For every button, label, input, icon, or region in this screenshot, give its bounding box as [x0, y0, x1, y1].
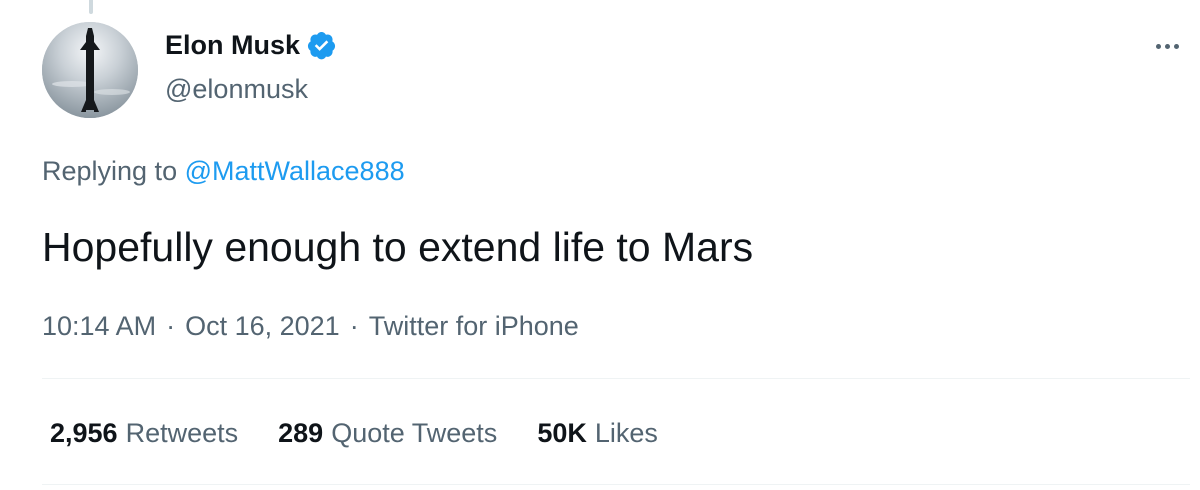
dot-icon: [1164, 43, 1170, 49]
replying-to-label: Replying to: [42, 156, 178, 186]
reply-mention-link[interactable]: @MattWallace888: [185, 156, 405, 186]
thread-connector-line: [89, 0, 93, 14]
divider: [42, 484, 1190, 485]
tweet-date[interactable]: Oct 16, 2021: [185, 309, 340, 343]
retweets-label: Retweets: [125, 418, 239, 448]
engagement-stats: 2,956 Retweets 289 Quote Tweets 50K Likes: [50, 416, 658, 450]
quote-tweets-label: Quote Tweets: [331, 418, 498, 448]
tweet-text: Hopefully enough to extend life to Mars: [42, 224, 754, 270]
quote-tweets-stat[interactable]: 289 Quote Tweets: [278, 416, 497, 450]
likes-count: 50K: [537, 418, 587, 448]
avatar[interactable]: [42, 22, 138, 118]
dot-icon: [1155, 43, 1161, 49]
verified-badge-icon: [307, 31, 336, 59]
dot-icon: [1173, 43, 1179, 49]
tweet-timestamp[interactable]: 10:14 AM: [42, 309, 156, 343]
quote-tweets-count: 289: [278, 418, 324, 448]
starship-avatar-icon: [42, 22, 138, 118]
likes-stat[interactable]: 50K Likes: [537, 416, 658, 450]
author-name-row[interactable]: Elon Musk: [165, 28, 337, 62]
likes-label: Likes: [594, 418, 658, 448]
retweets-stat[interactable]: 2,956 Retweets: [50, 416, 238, 450]
meta-separator: ·: [166, 311, 176, 341]
author-handle[interactable]: @elonmusk: [165, 72, 308, 106]
meta-separator: ·: [349, 311, 359, 341]
tweet-source[interactable]: Twitter for iPhone: [369, 309, 579, 343]
divider: [42, 378, 1190, 379]
author-display-name[interactable]: Elon Musk: [165, 28, 300, 62]
retweets-count: 2,956: [50, 418, 118, 448]
replying-to-line: Replying to @MattWallace888: [42, 154, 405, 188]
tweet-metadata: 10:14 AM · Oct 16, 2021 · Twitter for iP…: [42, 309, 579, 343]
more-options-icon[interactable]: [1147, 34, 1187, 58]
